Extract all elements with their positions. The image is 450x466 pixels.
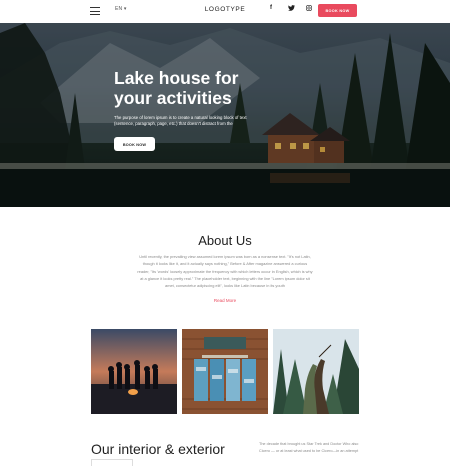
about-title: About Us <box>198 233 252 248</box>
interior-title: Our interior & exterior <box>91 441 225 457</box>
gallery-photo-towels[interactable] <box>182 329 268 414</box>
gallery-photo-forest-hands[interactable] <box>273 329 359 414</box>
hero-book-now-button[interactable]: BOOK NOW <box>114 137 155 151</box>
hero-section: Lake house for your activities The purpo… <box>0 23 450 207</box>
logo[interactable]: LOGOTYPE <box>0 6 450 13</box>
instagram-icon[interactable] <box>306 5 312 13</box>
about-text: Until recently, the prevailing view assu… <box>137 254 313 289</box>
read-more-link[interactable]: Read More <box>0 298 450 303</box>
facebook-icon[interactable]: f <box>270 5 272 11</box>
interior-text: The decade that brought us Star Trek and… <box>259 442 359 453</box>
hero-title: Lake house for your activities <box>114 68 239 108</box>
gallery-photo-campfire[interactable] <box>91 329 177 414</box>
book-now-button[interactable]: BOOK NOW <box>318 4 357 17</box>
top-navbar: EN ▾ LOGOTYPE f BOOK NOW <box>0 0 450 23</box>
hero-description: The purpose of lorem ipsum is to create … <box>114 115 247 126</box>
twitter-icon[interactable] <box>288 5 295 13</box>
